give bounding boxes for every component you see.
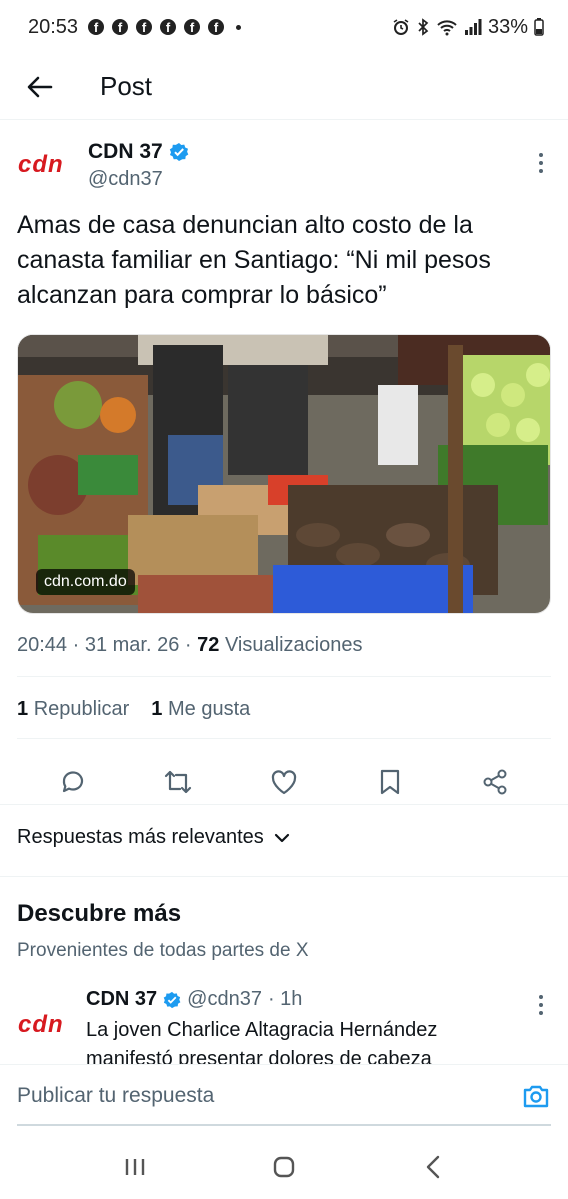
reply-button[interactable]: [53, 762, 93, 802]
facebook-icon: f: [112, 19, 129, 35]
tweet-author-row[interactable]: cdn CDN 37 @cdn37: [0, 122, 568, 202]
reply-input[interactable]: Publicar tu respuesta: [17, 1084, 214, 1108]
discover-title: Descubre más: [17, 900, 182, 927]
author-name[interactable]: CDN 37: [88, 140, 189, 164]
author-name-text[interactable]: CDN 37: [88, 140, 163, 164]
replies-sort-dropdown[interactable]: Respuestas más relevantes: [17, 826, 290, 849]
repost-icon: [165, 770, 192, 794]
signal-icon: [464, 19, 482, 35]
recommended-post[interactable]: cdn CDN 37 @cdn37 · 1h La joven Charlice…: [0, 986, 568, 1064]
arrow-left-icon: [27, 76, 53, 97]
divider: [17, 738, 551, 739]
views-count: 72: [197, 634, 220, 656]
camera-icon[interactable]: [521, 1081, 551, 1111]
tweet-action-bar: [0, 752, 568, 812]
heart-icon: [271, 770, 297, 795]
wifi-icon: [437, 20, 457, 36]
reposts-count: 1: [17, 698, 29, 720]
divider: [17, 676, 551, 677]
replies-sort-label: Respuestas más relevantes: [17, 826, 264, 848]
tweet-meta: 20:44 · 31 mar. 26 · 72 Visualizaciones: [17, 634, 363, 656]
reply-composer[interactable]: Publicar tu respuesta: [0, 1064, 568, 1126]
post-age: · 1h: [267, 988, 303, 1010]
like-button[interactable]: [264, 762, 304, 802]
facebook-icon: f: [160, 19, 177, 35]
views-label[interactable]: Visualizaciones: [225, 634, 363, 656]
facebook-icon: f: [208, 19, 225, 35]
status-bar: 20:53 f f f f f f 33%: [0, 0, 568, 54]
reposts-label: Republicar: [33, 698, 130, 720]
author-name[interactable]: CDN 37: [86, 988, 157, 1011]
recent-apps-button[interactable]: [115, 1147, 155, 1187]
system-navigation-bar: [0, 1134, 568, 1199]
facebook-icon: f: [136, 19, 153, 35]
battery-percent: 33%: [487, 15, 528, 38]
verified-badge-icon: [163, 991, 181, 1008]
status-time: 20:53: [28, 15, 79, 38]
likes-stat[interactable]: 1 Me gusta: [151, 698, 250, 721]
alarm-icon: [393, 19, 409, 35]
svg-text:cdn: cdn: [18, 1012, 64, 1036]
home-icon: [273, 1156, 295, 1177]
tweet-date: 31 mar. 26: [84, 634, 180, 656]
recommended-post-header: CDN 37 @cdn37 · 1h: [86, 988, 302, 1011]
facebook-icon: f: [184, 19, 201, 35]
system-back-button[interactable]: [413, 1147, 453, 1187]
top-app-bar: Post: [0, 54, 568, 120]
cdn-logo-avatar[interactable]: cdn: [18, 1012, 70, 1036]
divider: [0, 876, 568, 877]
reply-icon: [62, 771, 83, 793]
tweet-media-image[interactable]: cdn.com.do: [17, 334, 551, 614]
back-button[interactable]: [20, 67, 60, 107]
recommended-post-text: La joven Charlice Altagracia Hernández m…: [86, 1019, 438, 1064]
discover-subtitle: Provenientes de todas partes de X: [17, 940, 309, 961]
divider: [0, 804, 568, 805]
bookmark-icon: [380, 769, 399, 795]
bookmark-button[interactable]: [370, 762, 410, 802]
tweet-text: Amas de casa denuncian alto costo de la …: [17, 211, 491, 309]
verified-badge-icon: [169, 143, 189, 161]
home-button[interactable]: [264, 1147, 304, 1187]
share-button[interactable]: [475, 762, 515, 802]
bluetooth-icon: [418, 18, 429, 36]
tweet-time: 20:44: [17, 634, 68, 656]
media-source-caption: cdn.com.do: [36, 569, 135, 595]
recent-apps-icon: [125, 1158, 144, 1175]
repost-button[interactable]: [158, 762, 198, 802]
likes-count: 1: [151, 698, 163, 720]
svg-text:cdn: cdn: [18, 152, 64, 176]
page-title: Post: [100, 71, 153, 101]
facebook-icon: f: [88, 19, 105, 35]
share-icon: [483, 769, 507, 795]
cdn-logo-avatar[interactable]: cdn: [18, 152, 70, 176]
chevron-down-icon: [274, 833, 289, 842]
tweet-stats: 1 Republicar 1 Me gusta: [17, 698, 250, 721]
author-handle[interactable]: @cdn37: [187, 988, 262, 1011]
more-notifications-dot-icon: [236, 24, 242, 30]
reposts-stat[interactable]: 1 Republicar: [17, 698, 129, 721]
likes-label: Me gusta: [167, 698, 251, 720]
more-options-icon[interactable]: [538, 994, 544, 1016]
author-handle[interactable]: @cdn37: [88, 168, 163, 191]
tweet: cdn CDN 37 @cdn37 Amas de casa denuncian…: [0, 122, 568, 848]
more-options-icon[interactable]: [538, 152, 544, 174]
battery-icon: [534, 18, 544, 36]
chevron-left-icon: [427, 1155, 440, 1178]
reply-input-underline: [17, 1124, 551, 1126]
